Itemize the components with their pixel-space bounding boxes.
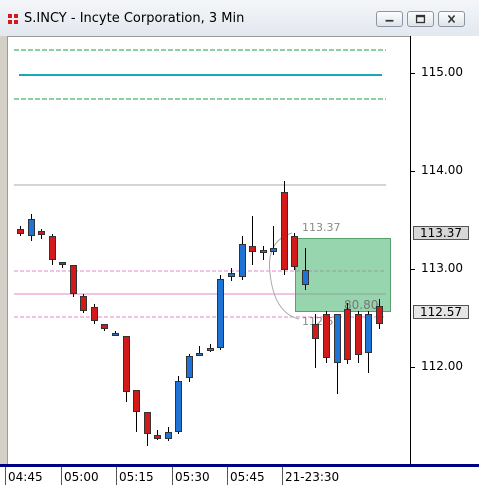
restore-icon	[415, 14, 426, 24]
candle-body-up	[365, 314, 372, 354]
candle-body-up	[196, 353, 203, 357]
upper-price-label: 113.37	[413, 226, 469, 240]
x-tick-label: 05:45	[230, 470, 265, 484]
candle-body-down	[281, 191, 288, 270]
y-tick-label: 113.00	[421, 261, 463, 275]
candle-body-down	[323, 314, 330, 359]
candle-body-down	[91, 307, 98, 321]
candle-body-down	[249, 245, 256, 253]
y-tick-mark	[411, 367, 415, 368]
candle-body-down	[49, 235, 56, 261]
chart-plot-area[interactable]: 113.37 80.80 112.5	[7, 36, 410, 464]
candle-body-down	[312, 323, 319, 339]
candle-body-up	[302, 270, 309, 285]
candle-body-up	[186, 356, 193, 378]
x-tick-mark	[172, 467, 173, 485]
candle-body-down	[133, 389, 140, 413]
y-tick-mark	[411, 269, 415, 270]
minimize-button[interactable]	[376, 11, 403, 27]
x-tick-mark	[282, 467, 283, 485]
candle-body-down	[59, 262, 66, 266]
candle-body-down	[70, 265, 77, 295]
x-tick-label: 05:00	[64, 470, 99, 484]
candle-body-down	[355, 314, 362, 356]
x-tick-mark	[227, 467, 228, 485]
candle-body-up	[207, 348, 214, 352]
candle-body-up	[217, 278, 224, 349]
app-chart-icon	[8, 14, 18, 24]
candle-body-down	[154, 434, 161, 439]
candle-body-up	[112, 332, 119, 336]
close-button[interactable]	[438, 11, 465, 27]
zone-top-label: 113.37	[302, 221, 341, 234]
time-axis[interactable]: 04:45 05:00 05:15 05:30 05:45 21-23:30	[0, 464, 479, 486]
window-left-border	[0, 36, 7, 486]
window-titlebar[interactable]: S.INCY - Incyte Corporation, 3 Min	[0, 0, 479, 36]
x-tick-label: 05:15	[119, 470, 154, 484]
candle-body-up	[239, 243, 246, 277]
close-icon	[447, 14, 456, 24]
candle-body-up	[175, 380, 182, 432]
y-tick-label: 115.00	[421, 65, 463, 79]
window-title: S.INCY - Incyte Corporation, 3 Min	[24, 11, 245, 26]
minimize-icon	[385, 19, 394, 22]
candle-body-up	[165, 431, 172, 439]
y-tick-label: 114.00	[421, 163, 463, 177]
candle-body-down	[291, 235, 298, 268]
candle-body-down	[344, 309, 351, 361]
candle-wick	[252, 216, 253, 266]
candle-wick	[315, 314, 316, 368]
candle-body-down	[123, 335, 130, 393]
candle-body-down	[38, 230, 45, 235]
x-tick-mark	[61, 467, 62, 485]
x-tick-mark	[5, 467, 6, 485]
candle-body-down	[101, 323, 108, 329]
candle-body-up	[270, 248, 277, 253]
candle-body-down	[376, 306, 383, 324]
candle-body-down	[80, 296, 87, 312]
candle-body-up	[28, 219, 35, 236]
y-tick-mark	[411, 73, 415, 74]
candle-body-down	[17, 228, 24, 234]
x-tick-label: 04:45	[8, 470, 43, 484]
x-tick-label: 21-23:30	[285, 470, 340, 484]
x-tick-label: 05:30	[175, 470, 210, 484]
y-tick-mark	[411, 171, 415, 172]
y-tick-label: 112.00	[421, 359, 463, 373]
candle-body-up	[228, 272, 235, 277]
last-price-label: 112.57	[413, 305, 469, 319]
price-axis[interactable]: 115.00 114.00 113.00 112.00 113.37 112.57	[410, 36, 479, 464]
x-tick-mark	[116, 467, 117, 485]
candle-body-up	[260, 250, 267, 254]
candle-body-down	[144, 412, 151, 434]
restore-button[interactable]	[407, 11, 434, 27]
candle-body-up	[334, 314, 341, 364]
